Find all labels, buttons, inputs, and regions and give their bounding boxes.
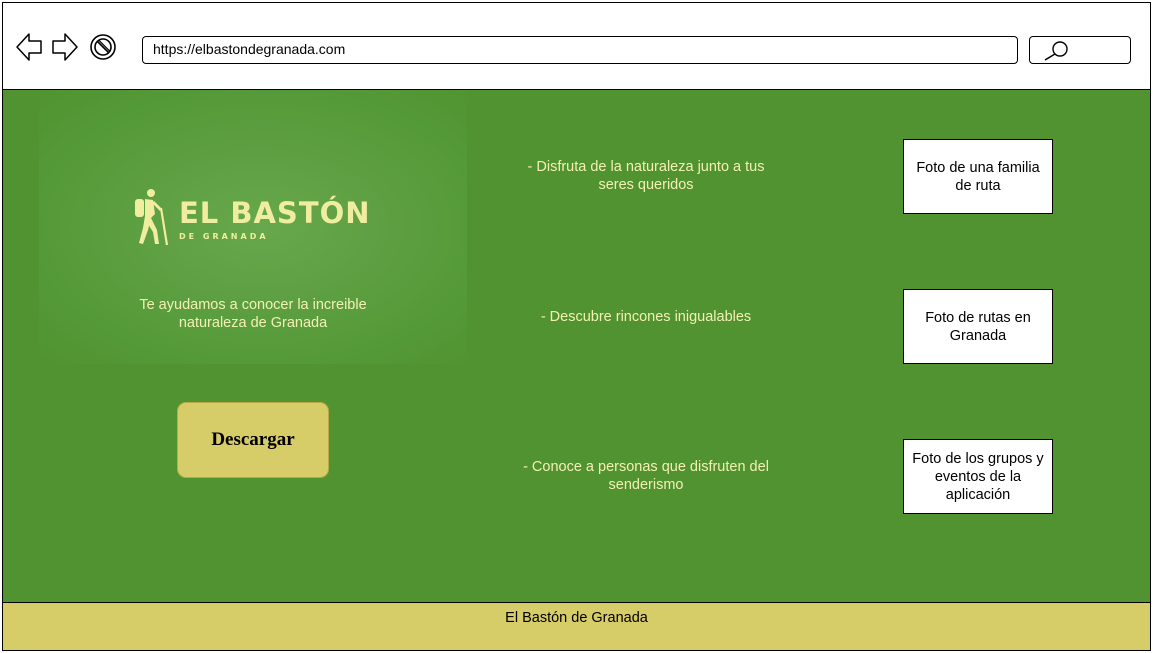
browser-window: https://elbastondegranada.com EL BASTÓN … [0,0,1153,653]
hero-tagline: Te ayudamos a conocer la increible natur… [139,297,367,331]
url-bar[interactable]: https://elbastondegranada.com [142,36,1018,64]
download-button[interactable]: Descargar [177,402,329,478]
back-arrow-icon[interactable] [15,31,43,63]
feature-text-family: - Disfruta de la naturaleza junto a tus … [527,159,765,193]
photo-caption-family: Foto de una familia de ruta [916,159,1040,194]
browser-search-box[interactable] [1029,36,1131,64]
url-text: https://elbastondegranada.com [153,41,346,57]
magnifier-icon [1044,41,1068,61]
hiker-icon [135,189,169,246]
photo-placeholder-family: Foto de una familia de ruta [903,139,1053,214]
photo-caption-groups: Foto de los grupos y eventos de la aplic… [912,450,1044,503]
browser-toolbar: https://elbastondegranada.com [2,2,1151,89]
logo-subtitle: DE GRANADA [179,232,269,241]
logo-title: EL BASTÓN [179,196,371,230]
logo: EL BASTÓN DE GRANADA [129,188,379,248]
forward-arrow-icon[interactable] [51,31,79,63]
photo-placeholder-routes: Foto de rutas en Granada [903,289,1053,364]
feature-text-places: - Descubre rincones inigualables [540,309,752,325]
stop-icon[interactable] [89,33,117,61]
footer: El Bastón de Granada [2,602,1151,651]
photo-placeholder-groups: Foto de los grupos y eventos de la aplic… [903,439,1053,514]
photo-caption-routes: Foto de rutas en Granada [925,309,1031,344]
footer-text: El Bastón de Granada [505,610,648,626]
feature-text-people: - Conoce a personas que disfruten del se… [523,459,769,493]
main-content: EL BASTÓN DE GRANADA Te ayudamos a conoc… [2,89,1151,602]
